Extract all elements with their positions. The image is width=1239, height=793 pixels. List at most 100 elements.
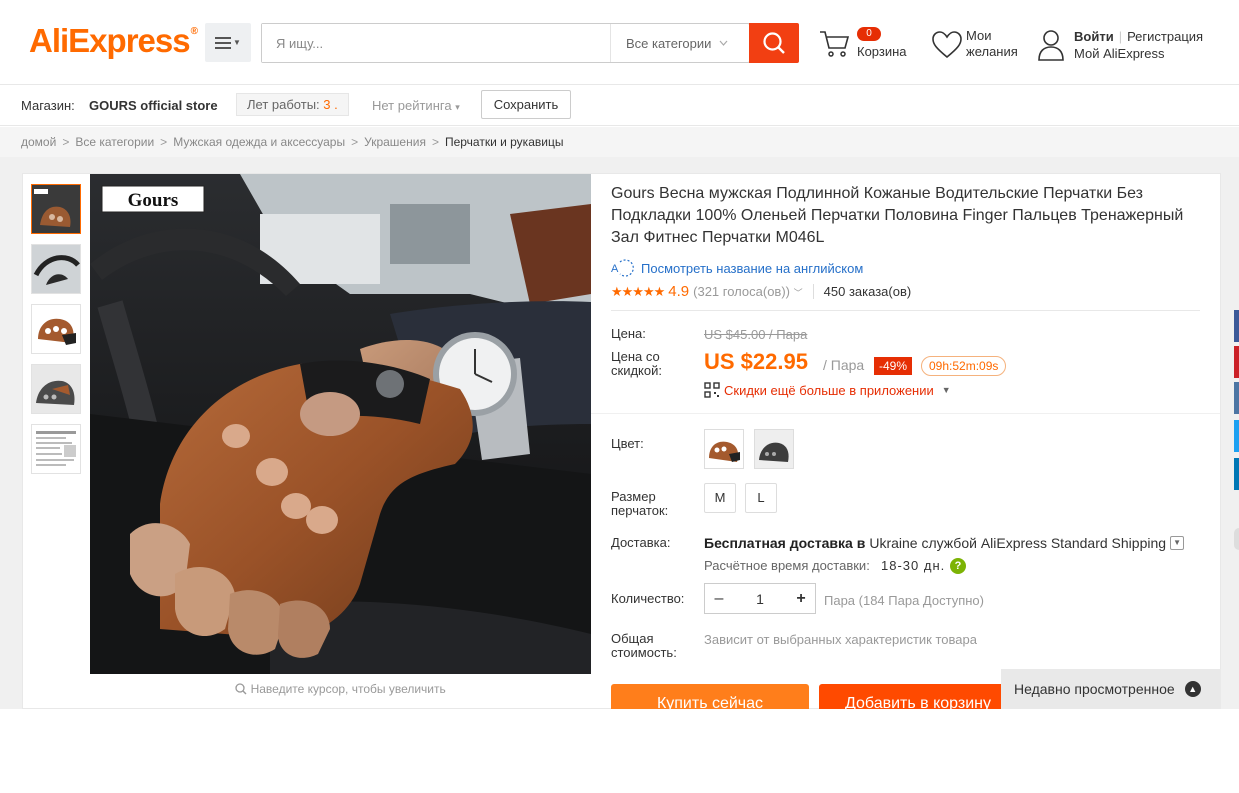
thumbnail-5[interactable]: [31, 424, 81, 474]
brand-watermark-text: Gours: [128, 190, 179, 211]
quantity-available-note: Пара (184 Пара Доступно): [824, 593, 984, 608]
save-store-button[interactable]: Сохранить: [481, 90, 571, 119]
breadcrumb-current: Перчатки и рукавицы: [444, 135, 564, 149]
thumbnail-3[interactable]: [31, 304, 81, 354]
user-icon: [1038, 30, 1064, 61]
store-years-badge: Лет работы: 3 .: [236, 93, 349, 116]
quantity-increase-button[interactable]: +: [787, 590, 815, 608]
thumbnail-1[interactable]: [31, 184, 81, 234]
cart-count-badge: 0: [857, 27, 881, 41]
caret-down-icon: ▼: [941, 385, 951, 395]
zoom-hint-text: Наведите курсор, чтобы увеличить: [250, 682, 446, 696]
countdown-timer: 09h:52m:09s: [921, 356, 1007, 376]
heart-icon: [932, 31, 962, 59]
original-price: US $45.00 / Пара: [704, 327, 808, 342]
app-discount-link[interactable]: Скидки ещё больше в приложении ▼: [704, 382, 951, 398]
quantity-stepper: – 1 +: [704, 583, 816, 614]
glove-size-label: Размер перчаток:: [611, 489, 669, 518]
product-title: Gours Весна мужская Подлинной Кожаные Во…: [611, 185, 1184, 246]
quantity-decrease-button[interactable]: –: [705, 590, 733, 608]
color-swatch-black[interactable]: [754, 429, 794, 469]
votes-count-text: (321 голоса(ов)): [693, 284, 790, 299]
delivery-time-label: Расчётное время доставки:: [704, 558, 870, 573]
breadcrumb: домой > Все категории > Мужская одежда и акс…: [0, 127, 1239, 157]
wishlist-label-line1: Мои: [966, 28, 992, 43]
total-cost-value: Зависит от выбранных характеристик товар…: [704, 632, 977, 647]
breadcrumb-jewelry[interactable]: Украшения: [364, 135, 426, 149]
votes-count-dropdown[interactable]: (321 голоса(ов)) ﹀: [693, 284, 803, 299]
rating-row: ★★★★★ 4.9 (321 голоса(ов)) ﹀ 450 заказа(…: [611, 283, 911, 300]
discount-price-label: Цена со скидкой:: [611, 349, 662, 378]
caret-down-icon: ▼: [233, 38, 241, 47]
zoom-icon: [235, 683, 247, 698]
chevron-up-icon: ▲: [1184, 681, 1201, 697]
thumbnail-2[interactable]: [31, 244, 81, 294]
linkedin-share-tab[interactable]: [1234, 458, 1239, 490]
color-swatch-brown[interactable]: [704, 429, 744, 469]
twitter-share-tab[interactable]: [1234, 420, 1239, 452]
wishlist-label-line2: желания: [966, 44, 1018, 59]
search-box: Все категории: [261, 23, 750, 63]
orders-count: 450 заказа(ов): [812, 284, 911, 299]
breadcrumb-mens-clothing[interactable]: Мужская одежда и аксессуары: [173, 135, 345, 149]
chevron-down-icon: ﹀: [793, 288, 803, 298]
delivery-time-value: 18-30 дн.: [881, 558, 946, 573]
categories-menu-button[interactable]: ▼: [205, 23, 251, 62]
size-option-m[interactable]: M: [704, 483, 736, 513]
store-name-link[interactable]: GOURS official store: [89, 98, 218, 113]
size-option-l[interactable]: L: [745, 483, 777, 513]
qr-code-icon: [704, 382, 720, 398]
chevron-down-icon: [719, 40, 728, 46]
color-label: Цвет:: [611, 436, 644, 451]
facebook-share-tab[interactable]: [1234, 310, 1239, 342]
thumbnail-4[interactable]: [31, 364, 81, 414]
svg-text:A: A: [611, 263, 619, 275]
store-rating-text: Нет рейтинга: [372, 98, 452, 113]
discount-price: US $22.95: [704, 349, 808, 374]
breadcrumb-home[interactable]: домой: [21, 135, 56, 149]
breadcrumb-all-categories[interactable]: Все категории: [75, 135, 154, 149]
quantity-input[interactable]: 1: [733, 591, 787, 607]
login-link[interactable]: Войти: [1074, 29, 1114, 44]
shipping-selector[interactable]: Бесплатная доставка в Ukraine службой Al…: [704, 535, 1185, 551]
search-icon: [763, 32, 785, 54]
search-button[interactable]: [749, 23, 799, 63]
cart-icon: [820, 31, 850, 57]
shipping-method-text: Ukraine службой AliExpress Standard Ship…: [869, 535, 1167, 551]
price-unit: / Пара: [823, 357, 865, 373]
translate-link-text: Посмотреть название на английском: [641, 260, 864, 276]
category-select[interactable]: Все категории: [610, 24, 749, 62]
recently-viewed-panel[interactable]: Недавно просмотренное ▲: [1001, 669, 1221, 709]
free-shipping-text: Бесплатная доставка в: [704, 535, 866, 551]
site-header: AliExpress® ▼ Все категории 0 Корзина Мо…: [0, 0, 1239, 85]
quantity-label: Количество:: [611, 591, 685, 606]
vk-share-tab[interactable]: [1234, 382, 1239, 414]
recently-viewed-label: Недавно просмотренное: [1014, 681, 1175, 697]
cart-label: Корзина: [857, 44, 907, 59]
side-toggle[interactable]: [1234, 528, 1239, 550]
store-bar: Магазин: GOURS official store Лет работы…: [0, 86, 1239, 126]
chevron-down-icon: ▾: [455, 102, 460, 112]
shipping-label: Доставка:: [611, 535, 671, 550]
hamburger-icon: [215, 36, 232, 49]
rating-value: 4.9: [668, 283, 690, 300]
help-icon[interactable]: ?: [950, 558, 966, 574]
total-cost-label: Общая стоимость:: [611, 631, 677, 660]
store-rating-dropdown[interactable]: Нет рейтинга ▾: [372, 98, 460, 113]
chevron-down-icon: ▼: [1170, 536, 1185, 550]
rating-stars: ★★★★★: [611, 283, 665, 299]
store-years-value: 3 .: [323, 97, 338, 112]
translate-title-link[interactable]: A Посмотреть название на английском: [611, 259, 863, 277]
pinterest-share-tab[interactable]: [1234, 346, 1239, 378]
product-main-image[interactable]: Gours: [90, 174, 591, 674]
translate-icon: A: [611, 259, 634, 277]
store-label: Магазин:: [21, 98, 75, 113]
discount-percent-badge: -49%: [874, 357, 913, 375]
aliexpress-logo[interactable]: AliExpress®: [29, 22, 198, 60]
app-discount-text: Скидки ещё больше в приложении: [724, 382, 934, 398]
my-aliexpress-link[interactable]: Мой AliExpress: [1074, 45, 1203, 62]
register-link[interactable]: Регистрация: [1127, 29, 1203, 44]
store-years-label: Лет работы:: [247, 97, 320, 112]
cart-link[interactable]: 0 Корзина: [818, 26, 918, 66]
search-input[interactable]: [262, 24, 610, 62]
